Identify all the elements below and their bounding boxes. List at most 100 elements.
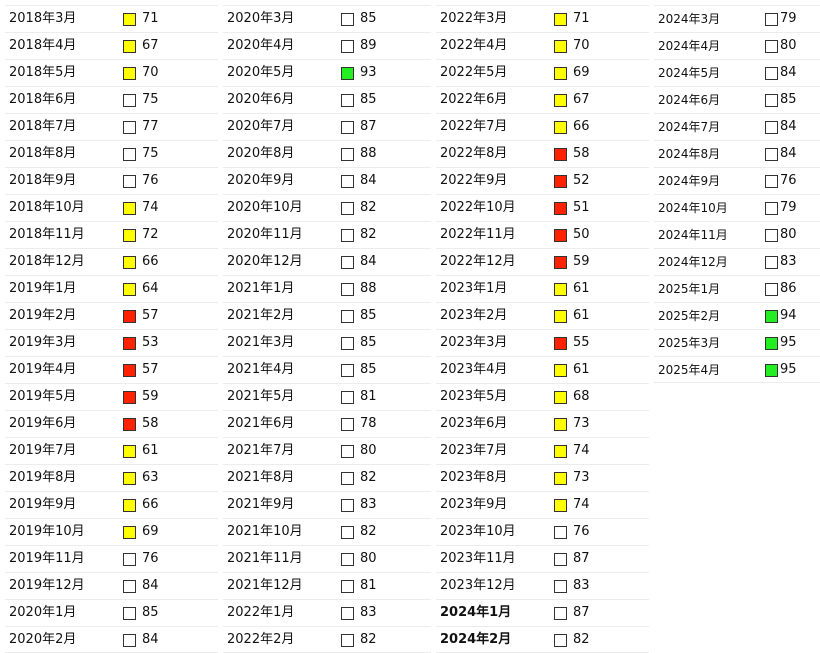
month-label: 2022年10月 (440, 200, 516, 215)
status-swatch (554, 445, 567, 458)
month-label: 2018年4月 (9, 38, 77, 53)
month-label: 2021年11月 (227, 551, 303, 566)
index-value: 95 (780, 335, 797, 350)
table-row: 2022年4月 70 (436, 32, 649, 59)
index-value: 70 (142, 65, 159, 80)
table-row: 2021年8月 82 (223, 464, 431, 491)
index-value: 50 (573, 227, 590, 242)
table-row: 2025年1月 86 (654, 275, 820, 302)
index-value: 71 (573, 11, 590, 26)
table-row: 2019年1月 64 (5, 275, 218, 302)
status-swatch (123, 391, 136, 404)
status-swatch (123, 94, 136, 107)
status-swatch (123, 67, 136, 80)
status-swatch (554, 499, 567, 512)
table-row: 2020年4月 89 (223, 32, 431, 59)
month-label: 2018年6月 (9, 92, 77, 107)
index-value: 58 (573, 146, 590, 161)
index-value: 61 (573, 362, 590, 377)
status-swatch (341, 67, 354, 80)
index-value: 76 (780, 173, 797, 188)
status-swatch (123, 148, 136, 161)
status-swatch (554, 256, 567, 269)
status-swatch (341, 445, 354, 458)
table-row: 2019年5月 59 (5, 383, 218, 410)
status-swatch (554, 121, 567, 134)
month-label: 2023年10月 (440, 524, 516, 539)
month-label: 2022年4月 (440, 38, 508, 53)
index-value: 69 (142, 524, 159, 539)
month-label: 2023年5月 (440, 389, 508, 404)
month-label: 2021年7月 (227, 443, 295, 458)
status-swatch (554, 418, 567, 431)
table-row: 2025年2月 94 (654, 302, 820, 329)
table-row: 2021年2月 85 (223, 302, 431, 329)
status-swatch (123, 553, 136, 566)
month-label: 2022年12月 (440, 254, 516, 269)
month-label: 2022年11月 (440, 227, 516, 242)
month-label: 2024年8月 (658, 147, 721, 161)
status-swatch (341, 337, 354, 350)
month-label: 2023年7月 (440, 443, 508, 458)
month-label: 2023年8月 (440, 470, 508, 485)
status-swatch (341, 364, 354, 377)
table-row: 2020年9月 84 (223, 167, 431, 194)
table-row: 2024年1月 87 (436, 599, 649, 626)
month-label: 2018年7月 (9, 119, 77, 134)
table-row: 2020年8月 88 (223, 140, 431, 167)
index-value: 85 (780, 92, 797, 107)
month-label: 2020年10月 (227, 200, 303, 215)
table-row: 2024年4月 80 (654, 32, 820, 59)
month-label: 2021年5月 (227, 389, 295, 404)
table-row: 2018年3月 71 (5, 5, 218, 32)
status-swatch (123, 310, 136, 323)
index-value: 74 (142, 200, 159, 215)
index-value: 51 (573, 200, 590, 215)
month-label: 2022年3月 (440, 11, 508, 26)
table-row: 2022年2月 82 (223, 626, 431, 653)
index-value: 85 (360, 92, 377, 107)
index-value: 83 (360, 497, 377, 512)
status-swatch (765, 229, 778, 242)
index-value: 67 (142, 38, 159, 53)
status-swatch (554, 337, 567, 350)
table-row: 2019年12月 84 (5, 572, 218, 599)
index-value: 61 (573, 308, 590, 323)
status-swatch (341, 256, 354, 269)
month-label: 2022年8月 (440, 146, 508, 161)
status-swatch (341, 580, 354, 593)
status-swatch (123, 229, 136, 242)
month-label: 2019年1月 (9, 281, 77, 296)
month-label: 2022年7月 (440, 119, 508, 134)
table-row: 2024年2月 82 (436, 626, 649, 653)
status-swatch (554, 310, 567, 323)
status-swatch (341, 121, 354, 134)
table-row: 2023年5月 68 (436, 383, 649, 410)
table-row: 2019年10月 69 (5, 518, 218, 545)
index-value: 66 (142, 254, 159, 269)
index-value: 67 (573, 92, 590, 107)
status-swatch (123, 337, 136, 350)
index-value: 87 (360, 119, 377, 134)
index-value: 70 (573, 38, 590, 53)
table-column: 2024年3月 79 2024年4月 80 2024年5月 84 2024年6月 85 2024… (654, 5, 820, 383)
table-row: 2021年1月 88 (223, 275, 431, 302)
index-value: 74 (573, 443, 590, 458)
table-row: 2023年8月 73 (436, 464, 649, 491)
table-row: 2023年7月 74 (436, 437, 649, 464)
status-swatch (765, 67, 778, 80)
status-swatch (554, 13, 567, 26)
month-label: 2022年9月 (440, 173, 508, 188)
index-value: 73 (573, 470, 590, 485)
index-value: 85 (360, 335, 377, 350)
index-value: 77 (142, 119, 159, 134)
month-label: 2019年5月 (9, 389, 77, 404)
status-swatch (765, 202, 778, 215)
table-row: 2019年3月 53 (5, 329, 218, 356)
table-row: 2018年7月 77 (5, 113, 218, 140)
month-label: 2024年11月 (658, 228, 728, 242)
month-label: 2021年8月 (227, 470, 295, 485)
month-label: 2024年2月 (440, 632, 512, 647)
status-swatch (765, 364, 778, 377)
table-row: 2019年11月 76 (5, 545, 218, 572)
